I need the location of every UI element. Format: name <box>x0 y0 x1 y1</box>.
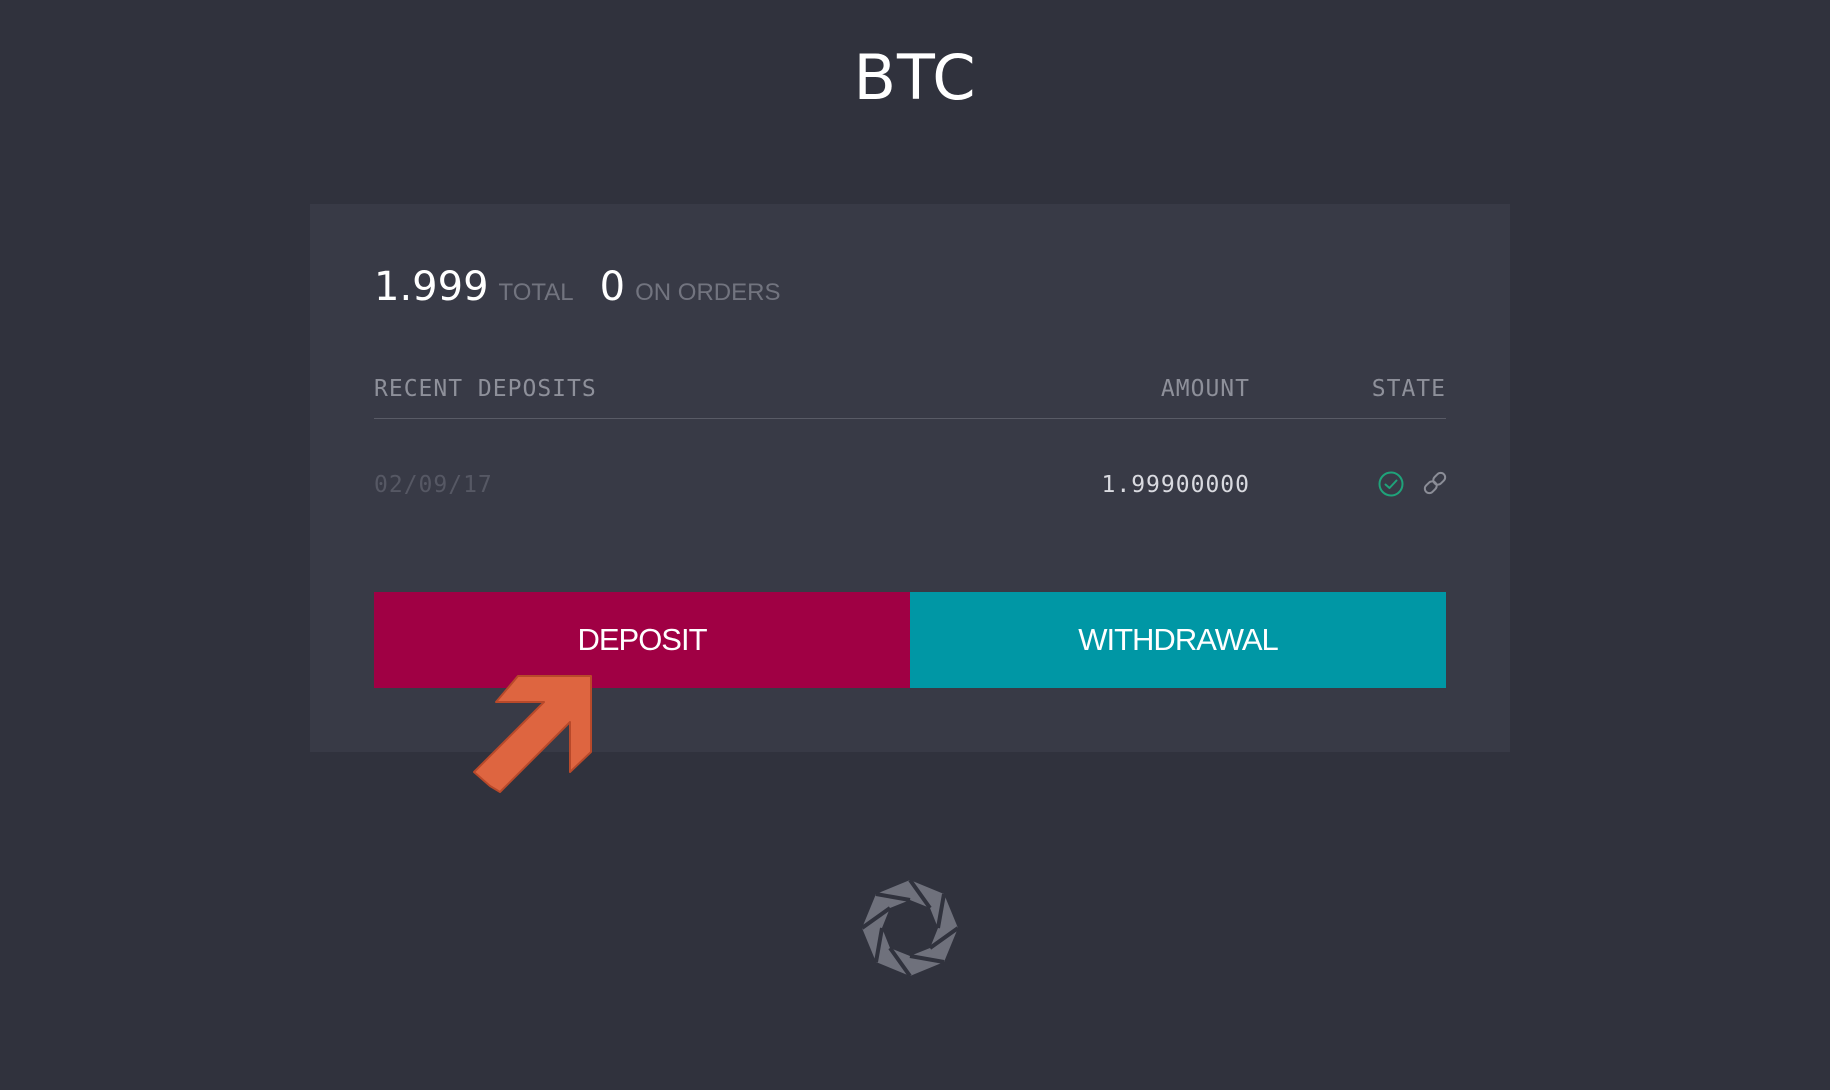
arrow-up-right-icon <box>473 675 592 793</box>
deposits-table-header: RECENT DEPOSITS AMOUNT STATE <box>374 366 1446 419</box>
balance-summary: 1.999 TOTAL 0 ON ORDERS <box>374 264 780 318</box>
check-circle-icon <box>1378 471 1404 497</box>
octagon-logo-icon <box>860 878 960 978</box>
deposit-button[interactable]: DEPOSIT <box>374 592 910 688</box>
total-balance-label: TOTAL <box>498 279 574 306</box>
on-orders-label: ON ORDERS <box>635 279 781 306</box>
on-orders-value: 0 <box>599 264 626 310</box>
header-state: STATE <box>1371 376 1446 402</box>
header-amount: AMOUNT <box>1160 376 1250 402</box>
withdrawal-button[interactable]: WITHDRAWAL <box>910 592 1446 688</box>
table-row: 02/09/17 1.99900000 <box>374 466 1447 506</box>
page-title: BTC <box>853 41 977 114</box>
deposit-date: 02/09/17 <box>374 472 493 498</box>
header-recent-deposits: RECENT DEPOSITS <box>374 376 597 402</box>
deposit-amount: 1.99900000 <box>1101 472 1250 498</box>
total-balance-value: 1.999 <box>374 264 489 310</box>
chain-link-icon[interactable] <box>1420 468 1450 498</box>
